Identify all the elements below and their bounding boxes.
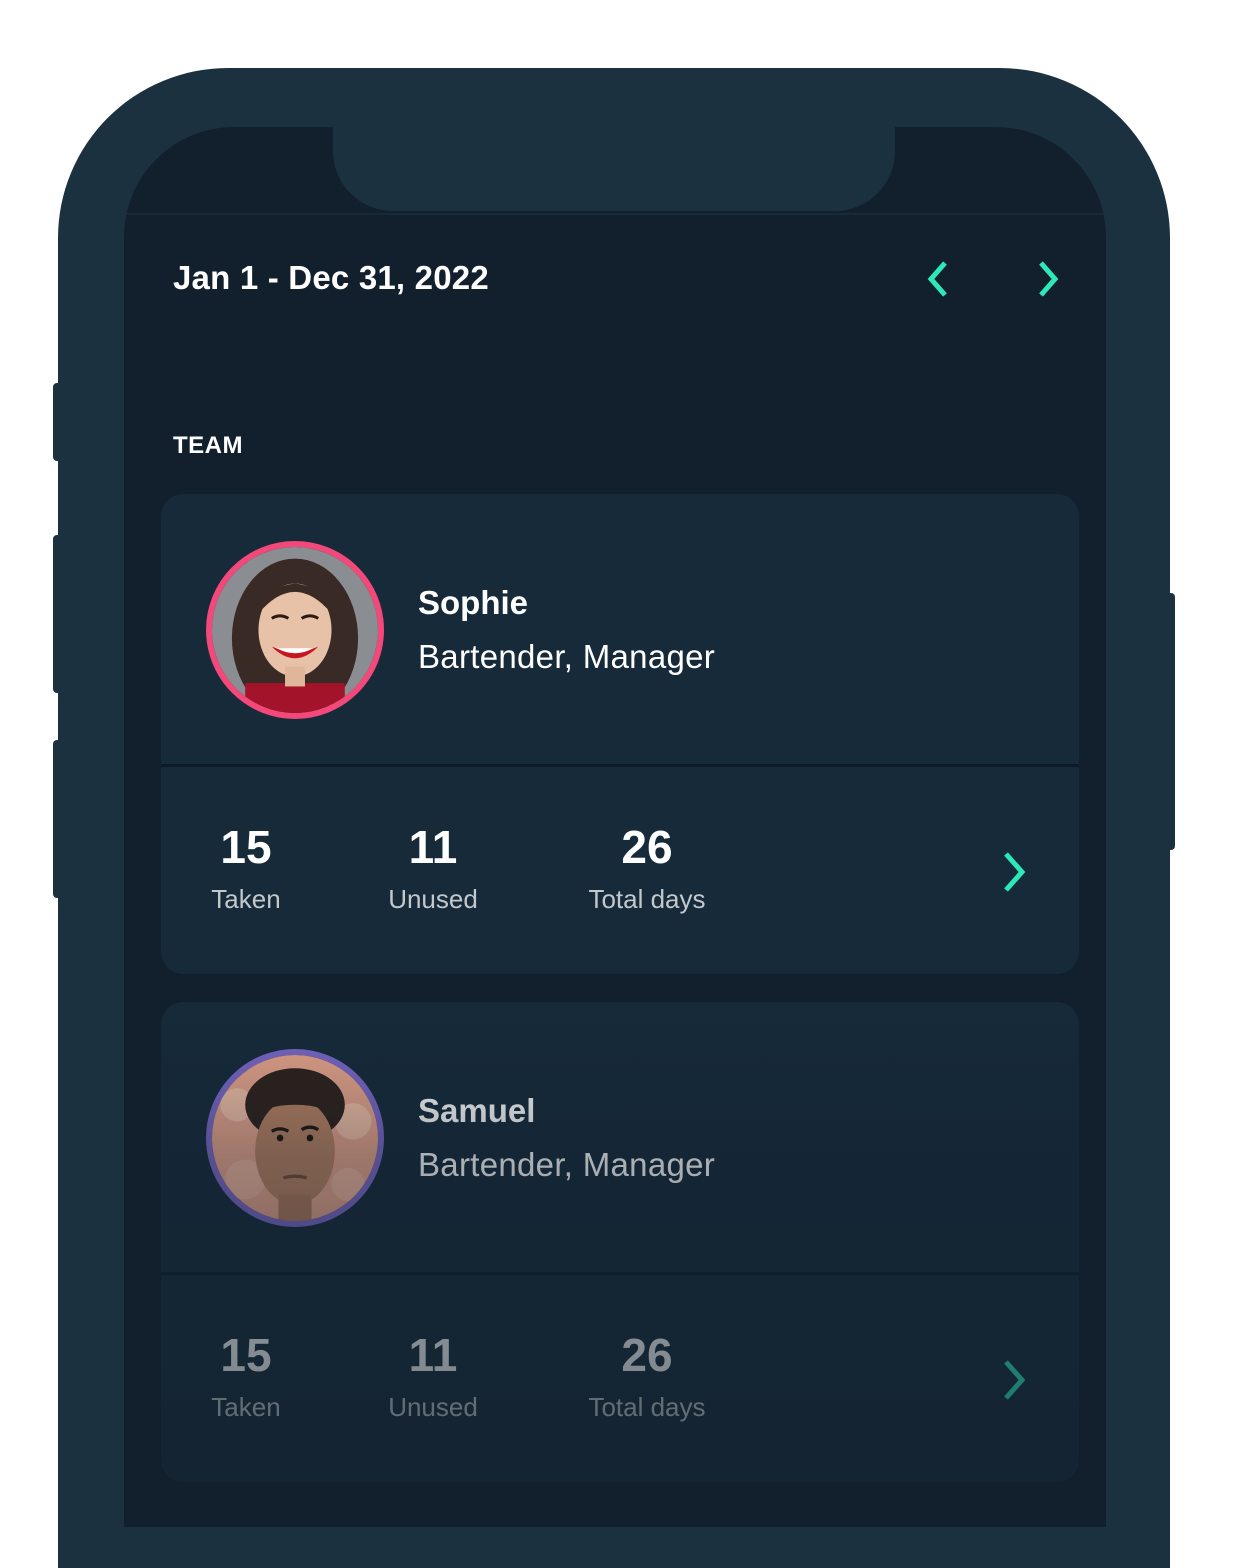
stat-taken: 15 Taken (161, 1327, 331, 1427)
card-divider (161, 764, 1079, 767)
stat-value: 11 (408, 1329, 458, 1381)
stat-unused: 11 Unused (348, 819, 518, 919)
team-member-card[interactable]: Samuel Bartender, Manager 15 Taken 11 Un… (161, 1002, 1079, 1482)
stat-label: Taken (211, 884, 281, 914)
member-header: Samuel Bartender, Manager (161, 1002, 1079, 1272)
stat-value: 26 (621, 1329, 673, 1381)
avatar-photo-samuel (212, 1055, 378, 1221)
stat-label: Taken (211, 1392, 281, 1422)
avatar (206, 541, 384, 719)
stat-label: Unused (388, 1392, 478, 1422)
card-divider (161, 1272, 1079, 1275)
chevron-right-icon (1039, 261, 1059, 297)
phone-screen: Jan 1 - Dec 31, 2022 TEAM Sophie Bartend… (124, 127, 1106, 1527)
section-title-team: TEAM (173, 432, 243, 459)
chevron-right-icon[interactable] (996, 849, 1032, 895)
stat-value: 15 (220, 821, 272, 873)
member-role: Bartender, Manager (418, 638, 716, 675)
stat-label: Total days (588, 884, 706, 914)
next-period-button[interactable] (1026, 257, 1070, 301)
stat-value: 26 (621, 821, 673, 873)
member-name: Sophie (418, 584, 529, 621)
status-bar-divider (124, 213, 1106, 215)
avatar (206, 1049, 384, 1227)
chevron-right-icon[interactable] (996, 1357, 1032, 1403)
stat-label: Unused (388, 884, 478, 914)
stat-unused: 11 Unused (348, 1327, 518, 1427)
member-name: Samuel (418, 1092, 536, 1129)
avatar-photo-sophie (212, 547, 378, 713)
stat-total-days: 26 Total days (562, 1327, 732, 1427)
stat-value: 11 (408, 821, 458, 873)
chevron-left-icon (927, 261, 947, 297)
notch (333, 127, 895, 211)
date-range-label: Jan 1 - Dec 31, 2022 (173, 259, 489, 296)
member-header: Sophie Bartender, Manager (161, 494, 1079, 764)
stat-taken: 15 Taken (161, 819, 331, 919)
stat-value: 15 (220, 1329, 272, 1381)
member-role: Bartender, Manager (418, 1146, 716, 1183)
stat-total-days: 26 Total days (562, 819, 732, 919)
stat-label: Total days (588, 1392, 706, 1422)
team-member-card[interactable]: Sophie Bartender, Manager 15 Taken 11 Un… (161, 494, 1079, 974)
previous-period-button[interactable] (916, 257, 960, 301)
